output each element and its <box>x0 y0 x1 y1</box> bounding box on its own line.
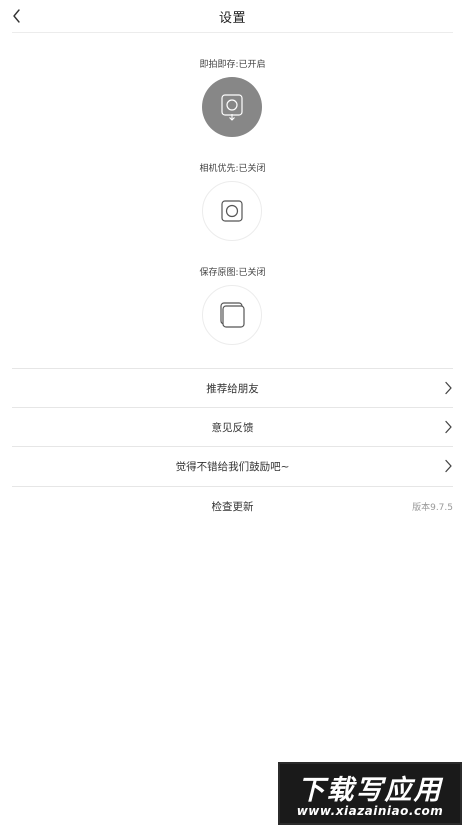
camera-save-icon <box>221 94 243 121</box>
rate-us-label: 觉得不错给我们鼓励吧~ <box>175 461 290 473</box>
page-title: 设置 <box>218 11 246 26</box>
chevron-right-icon <box>445 420 452 434</box>
camera-first-label: 相机优先:已关闭 <box>199 164 266 174</box>
header-bar: 设置 <box>0 0 465 33</box>
instant-save-toggle[interactable] <box>202 77 262 137</box>
feedback-row[interactable]: 意见反馈 <box>12 407 453 447</box>
chevron-right-icon <box>445 459 452 473</box>
check-update-label: 检查更新 <box>211 501 254 513</box>
recommend-to-friends-row[interactable]: 推荐给朋友 <box>12 368 453 408</box>
camera-first-toggle[interactable] <box>202 181 262 241</box>
watermark-url: www.xiazainiao.com <box>296 804 444 818</box>
chevron-right-icon <box>445 381 452 395</box>
original-image-icon <box>220 302 245 328</box>
camera-icon <box>221 200 243 222</box>
recommend-to-friends-label: 推荐给朋友 <box>206 383 259 395</box>
watermark-logo: 下载写应用 www.xiazainiao.com <box>278 762 462 825</box>
header-divider <box>12 32 453 33</box>
instant-save-label: 即拍即存:已开启 <box>199 60 266 70</box>
rate-us-row[interactable]: 觉得不错给我们鼓励吧~ <box>12 446 453 486</box>
check-update-row[interactable]: 检查更新 版本9.7.5 <box>12 486 453 526</box>
feedback-label: 意见反馈 <box>211 422 254 434</box>
save-original-label: 保存原图:已关闭 <box>199 268 266 278</box>
version-text: 版本9.7.5 <box>412 503 453 513</box>
watermark-title: 下载写应用 <box>297 775 443 806</box>
save-original-toggle[interactable] <box>202 285 262 345</box>
